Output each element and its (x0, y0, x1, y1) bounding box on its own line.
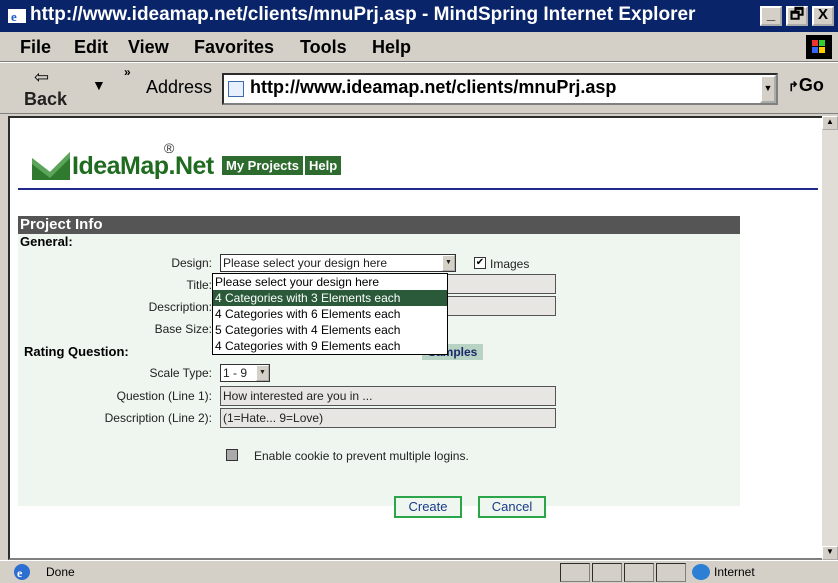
ie-logo-icon: e (8, 9, 26, 24)
status-bar: e Done Internet (0, 560, 838, 583)
windows-logo-icon (806, 35, 832, 59)
description-label: Description: (148, 300, 212, 314)
status-pane (560, 563, 590, 582)
go-arrow-icon: ↱ (788, 79, 799, 94)
design-option[interactable]: 4 Categories with 6 Elements each (213, 306, 447, 322)
design-option-highlighted[interactable]: 4 Categories with 3 Elements each (213, 290, 447, 306)
header-divider (18, 188, 818, 190)
scale-type-label: Scale Type: (149, 366, 212, 380)
logo-registered: ® (164, 140, 175, 156)
project-form: Project Info General: Design: Please sel… (18, 216, 740, 506)
status-pane (624, 563, 654, 582)
menu-tools[interactable]: Tools (300, 37, 347, 58)
rating-question-heading: Rating Question: (24, 344, 129, 359)
back-button[interactable]: ⇦ Back (22, 67, 78, 111)
svg-text:e: e (11, 9, 17, 24)
back-dropdown-icon[interactable]: ▼ (92, 77, 106, 93)
description2-label: Description (Line 2): (104, 411, 212, 425)
close-button[interactable]: X (812, 6, 834, 26)
design-select-value: Please select your design here (223, 256, 388, 270)
title-label: Title: (186, 278, 212, 292)
question-label: Question (Line 1): (116, 389, 212, 403)
status-pane (656, 563, 686, 582)
design-select[interactable]: Please select your design here ▼ (220, 254, 456, 272)
site-nav: My Projects Help (222, 156, 343, 176)
ie-page-icon: e (14, 564, 30, 580)
design-label: Design: (171, 256, 212, 270)
nav-my-projects[interactable]: My Projects (222, 156, 303, 175)
address-label: Address (146, 77, 213, 97)
chevron-down-icon: ▼ (442, 255, 455, 271)
menu-bar: File Edit View Favorites Tools Help (0, 32, 838, 62)
chevron-down-icon: ▼ (256, 365, 269, 381)
scale-type-select[interactable]: 1 - 9 ▼ (220, 364, 270, 382)
browser-window: e http://www.ideamap.net/clients/mnuPrj.… (0, 0, 838, 583)
address-url: http://www.ideamap.net/clients/mnuPrj.as… (250, 77, 617, 97)
svg-text:e: e (17, 566, 23, 580)
minimize-button[interactable]: _ (760, 6, 782, 26)
status-zone: Internet (714, 565, 755, 579)
base-size-label: Base Size: (154, 322, 212, 336)
page-icon (228, 81, 244, 97)
question-input[interactable]: How interested are you in ... (220, 386, 556, 406)
images-label: Images (490, 257, 530, 271)
go-label: Go (798, 75, 824, 95)
address-input[interactable]: http://www.ideamap.net/clients/mnuPrj.as… (222, 73, 778, 105)
cancel-button[interactable]: Cancel (478, 496, 546, 518)
internet-zone-icon (692, 564, 710, 580)
scroll-up-icon[interactable]: ▲ (822, 116, 838, 130)
general-heading: General: (20, 234, 73, 249)
scroll-down-icon[interactable]: ▼ (822, 546, 838, 560)
toolbar: ⇦ Back ▼ » Address http://www.ideamap.ne… (0, 62, 838, 114)
design-dropdown-list: Please select your design here 4 Categor… (212, 273, 448, 355)
toolbar-chevron-icon[interactable]: » (124, 65, 131, 79)
scale-type-value: 1 - 9 (223, 366, 248, 380)
maximize-button[interactable]: 🗗 (786, 6, 808, 26)
status-pane (592, 563, 622, 582)
design-option[interactable]: 5 Categories with 4 Elements each (213, 322, 447, 338)
description2-input[interactable]: (1=Hate... 9=Love) (220, 408, 556, 428)
go-button[interactable]: ↱Go (788, 75, 824, 96)
nav-help[interactable]: Help (304, 156, 342, 175)
menu-file[interactable]: File (20, 37, 51, 58)
status-text: Done (46, 565, 75, 579)
back-arrow-icon: ⇦ (34, 67, 50, 87)
cookie-label: Enable cookie to prevent multiple logins… (254, 449, 469, 463)
logo-mark-icon (32, 152, 70, 180)
vertical-scrollbar[interactable]: ▲ ▼ (822, 116, 838, 560)
address-dropdown-icon[interactable]: ▼ (760, 75, 776, 103)
ideamap-logo[interactable]: IdeaMap.Net ® (32, 140, 222, 184)
page-content: IdeaMap.Net ® My Projects Help Project In… (8, 116, 830, 560)
window-title: http://www.ideamap.net/clients/mnuPrj.as… (30, 4, 696, 25)
design-option[interactable]: 4 Categories with 9 Elements each (213, 338, 447, 354)
menu-edit[interactable]: Edit (74, 37, 108, 58)
create-button[interactable]: Create (394, 496, 462, 518)
images-checkbox[interactable]: ✔ (474, 257, 486, 269)
menu-favorites[interactable]: Favorites (194, 37, 274, 58)
design-option[interactable]: Please select your design here (213, 274, 447, 290)
title-bar: e http://www.ideamap.net/clients/mnuPrj.… (0, 0, 838, 32)
back-label: Back (24, 89, 68, 109)
menu-help[interactable]: Help (372, 37, 411, 58)
menu-view[interactable]: View (128, 37, 169, 58)
section-title: Project Info (18, 216, 740, 234)
cookie-checkbox[interactable] (226, 449, 238, 461)
logo-text: IdeaMap.Net (72, 152, 214, 180)
